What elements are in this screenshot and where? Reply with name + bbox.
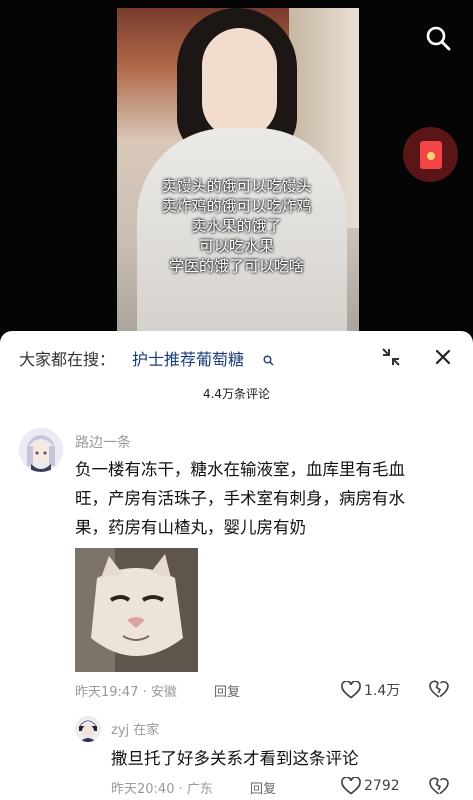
avatar[interactable] bbox=[75, 716, 101, 742]
comment-time: 昨天20:40 bbox=[111, 782, 175, 797]
collapse-icon[interactable] bbox=[382, 348, 400, 366]
search-icon[interactable] bbox=[424, 24, 452, 52]
video-caption: 卖馒头的饿可以吃馒头 卖炸鸡的饿可以吃炸鸡 卖水果的饿了 可以吃水果 学医的饿了… bbox=[0, 176, 473, 276]
caption-line: 可以吃水果 bbox=[198, 237, 274, 255]
comment-text-line: 负一楼有冻干，糖水在输液室，血库里有毛血 bbox=[75, 460, 405, 479]
caption-line: 卖水果的饿了 bbox=[191, 217, 282, 235]
reply-button[interactable]: 回复 bbox=[250, 778, 276, 797]
comment-meta: 昨天19:47 · 安徽 bbox=[75, 685, 177, 700]
comment-meta: 昨天20:40 · 广东 bbox=[111, 782, 213, 797]
user-tag: 在家 bbox=[133, 723, 160, 738]
search-icon bbox=[263, 351, 274, 366]
comment-username[interactable]: zyj 在家 bbox=[111, 719, 159, 738]
caption-line: 卖馒头的饿可以吃馒头 bbox=[161, 177, 312, 195]
like-count: 2792 bbox=[364, 778, 400, 794]
username-text: zyj bbox=[111, 723, 130, 738]
like-button[interactable]: 1.4万 bbox=[341, 680, 400, 700]
heart-icon bbox=[341, 681, 361, 699]
video-frame bbox=[117, 8, 359, 340]
comment-text: 负一楼有冻干，糖水在输液室，血库里有毛血 旺，产房有活珠子，手术室有刺身，病房有… bbox=[75, 455, 460, 542]
comment-sheet: 大家都在搜： 护士推荐葡萄糖 4.4万条评论 路边一条 负一楼有冻干，糖水在输液… bbox=[0, 331, 473, 800]
avatar[interactable] bbox=[19, 428, 63, 472]
like-count: 1.4万 bbox=[364, 683, 401, 699]
comment-location: 广东 bbox=[186, 782, 213, 797]
caption-line: 学医的饿了可以吃啥 bbox=[168, 257, 304, 275]
video-player[interactable]: 卖馒头的饿可以吃馒头 卖炸鸡的饿可以吃炸鸡 卖水果的饿了 可以吃水果 学医的饿了… bbox=[0, 0, 473, 340]
like-button[interactable]: 2792 bbox=[341, 777, 400, 795]
red-packet-button[interactable] bbox=[403, 127, 458, 182]
comment-location: 安徽 bbox=[150, 685, 177, 700]
comment-text-line: 果，药房有山楂丸，婴儿房有奶 bbox=[75, 518, 306, 537]
comment-text-line: 旺，产房有活珠子，手术室有刺身，病房有水 bbox=[75, 489, 405, 508]
caption-line: 卖炸鸡的饿可以吃炸鸡 bbox=[161, 197, 312, 215]
comment-username[interactable]: 路边一条 bbox=[75, 432, 131, 452]
heart-icon bbox=[341, 777, 361, 795]
comment-text: 撒旦托了好多关系才看到这条评论 bbox=[111, 749, 359, 768]
reply-button[interactable]: 回复 bbox=[214, 681, 240, 700]
search-prefix: 大家都在搜： bbox=[19, 350, 116, 369]
red-packet-icon bbox=[419, 140, 442, 169]
dislike-icon[interactable] bbox=[429, 679, 449, 699]
search-term-link[interactable]: 护士推荐葡萄糖 bbox=[132, 346, 244, 370]
comment-time: 昨天19:47 bbox=[75, 685, 139, 700]
search-suggestion-bar[interactable]: 大家都在搜： 护士推荐葡萄糖 bbox=[0, 331, 473, 383]
cat-image[interactable] bbox=[75, 548, 198, 672]
dislike-icon[interactable] bbox=[429, 776, 449, 796]
close-icon[interactable] bbox=[434, 348, 452, 366]
comments-count: 4.4万条评论 bbox=[202, 387, 271, 401]
